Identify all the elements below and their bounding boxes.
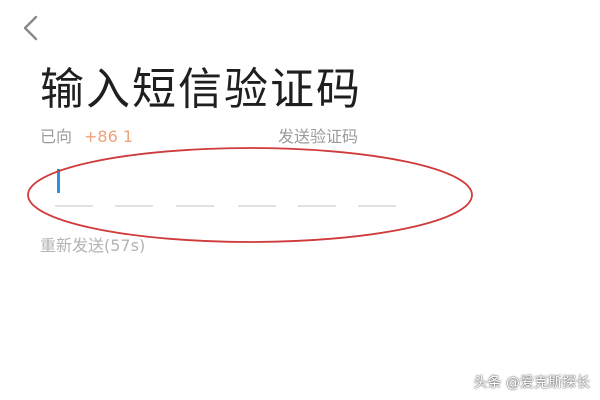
code-digit-slot [358,205,396,207]
watermark: 头条 @爱克斯探长 [473,375,590,391]
phone-number: +86 1 [84,127,134,146]
code-digit-slot [115,205,153,207]
sent-notice: 已向 +86 1 发送验证码 [40,126,560,148]
code-digit-slot [298,205,336,207]
back-button[interactable] [14,10,50,46]
resend-button[interactable]: 重新发送(57s) [40,235,145,257]
code-digit-slot [238,205,276,207]
sent-notice-prefix: 已向 [40,127,73,146]
page-title: 输入短信验证码 [40,64,362,115]
code-digit-slot [176,205,214,207]
text-cursor [57,169,60,193]
chevron-left-icon [23,15,38,41]
verification-code-input[interactable] [40,165,400,210]
code-digit-slot [55,205,93,207]
sent-notice-suffix: 发送验证码 [278,127,359,146]
